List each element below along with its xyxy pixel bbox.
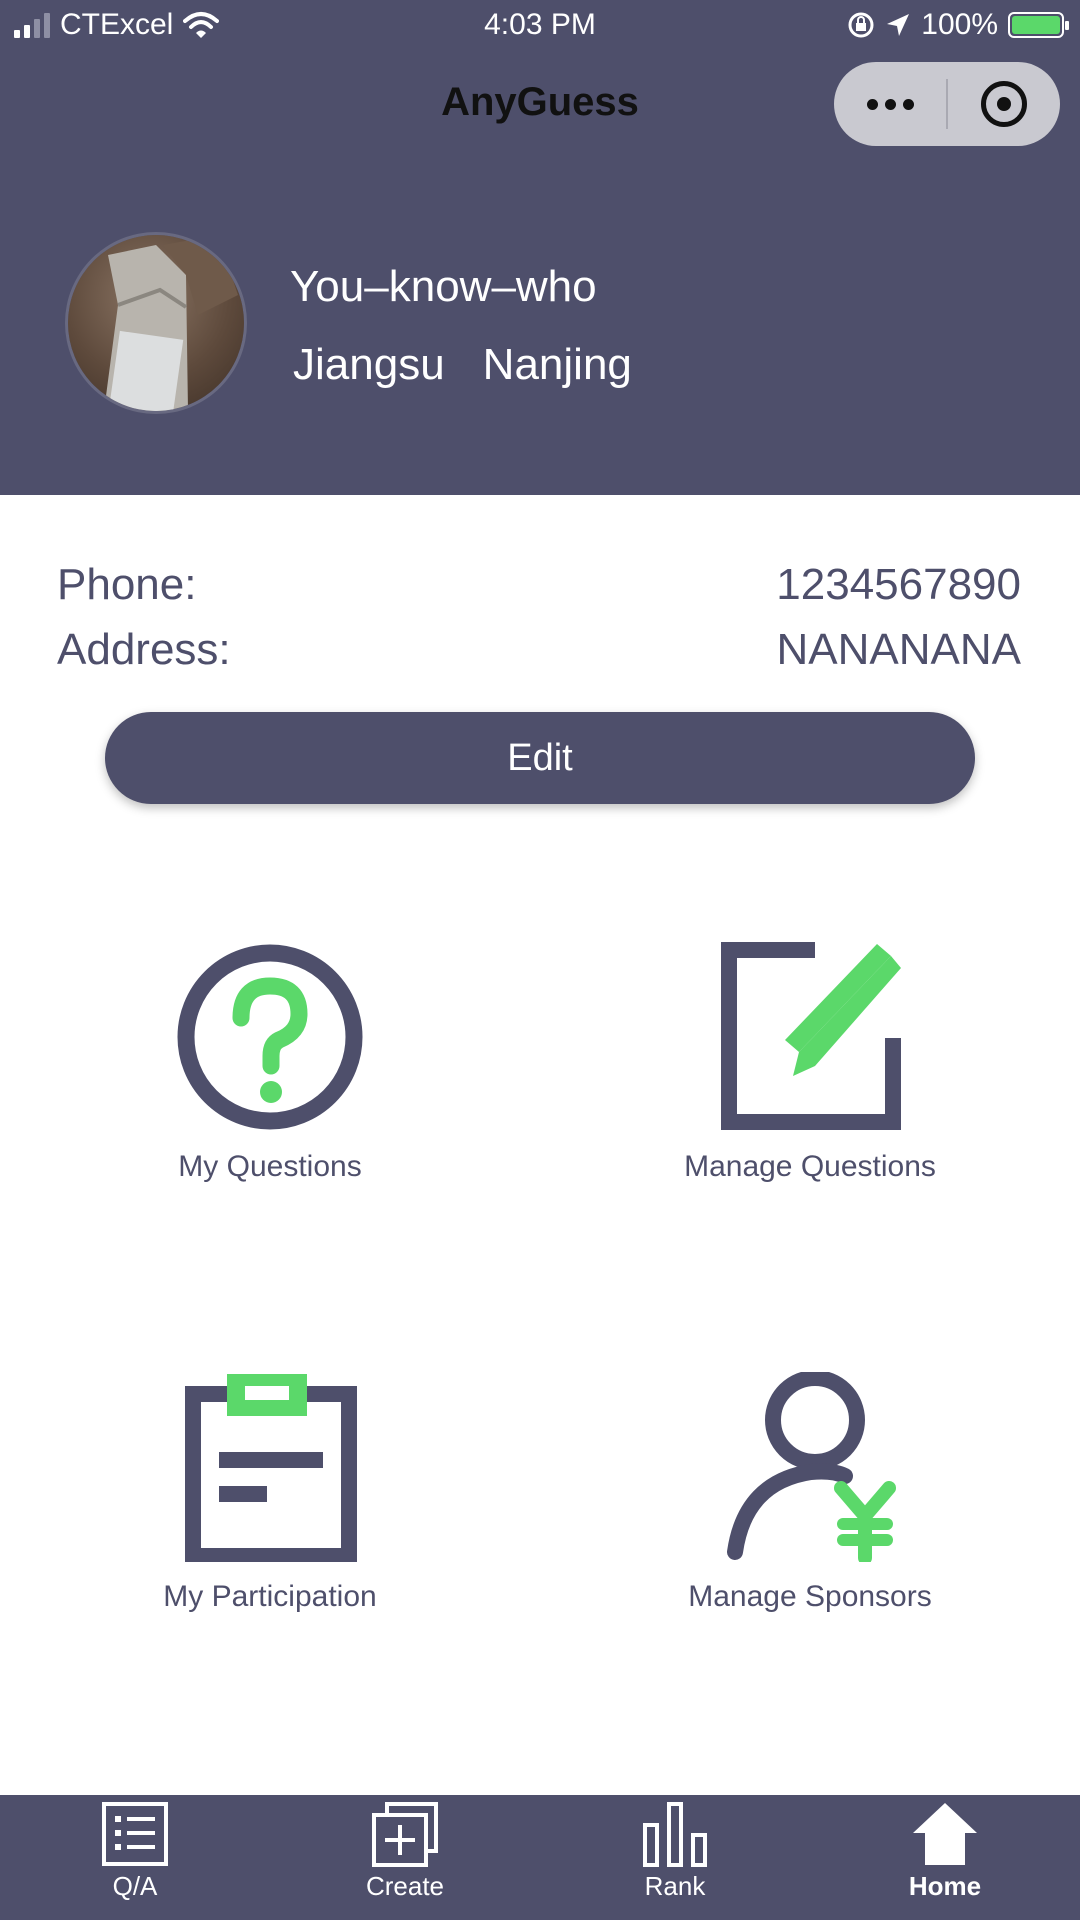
manage-sponsors-label: Manage Sponsors	[688, 1580, 932, 1613]
address-row: Address: NANANANA	[57, 625, 1021, 675]
bar-chart-icon	[643, 1802, 707, 1867]
tab-qa-label: Q/A	[112, 1871, 158, 1901]
close-mini-program-icon[interactable]	[948, 81, 1060, 127]
manage-questions-label: Manage Questions	[684, 1150, 936, 1183]
tab-bar: Q/A Create Rank Home	[0, 1795, 1080, 1920]
edit-button[interactable]: Edit	[105, 712, 975, 804]
avatar-image	[104, 235, 238, 411]
mini-program-capsule[interactable]	[834, 62, 1060, 146]
address-label: Address:	[57, 625, 231, 674]
my-questions-label: My Questions	[178, 1150, 362, 1183]
battery-icon	[1008, 12, 1069, 38]
manage-sponsors-item[interactable]: Manage Sponsors	[590, 1372, 1030, 1614]
my-participation-label: My Participation	[163, 1580, 377, 1613]
manage-questions-item[interactable]: Manage Questions	[590, 942, 1030, 1184]
tab-home-label: Home	[908, 1871, 982, 1901]
user-location: Jiangsu Nanjing	[293, 340, 632, 390]
tab-rank[interactable]: Rank	[540, 1795, 810, 1920]
home-icon	[913, 1803, 977, 1865]
avatar[interactable]	[68, 235, 244, 411]
phone-value: 1234567890	[776, 560, 1021, 609]
orientation-lock-icon	[848, 12, 874, 38]
user-city: Nanjing	[482, 340, 632, 389]
user-province: Jiangsu	[293, 340, 445, 389]
battery-percent: 100%	[921, 8, 998, 41]
tab-qa[interactable]: Q/A	[0, 1795, 270, 1920]
phone-row: Phone: 1234567890	[57, 560, 1021, 610]
user-name: You–know–who	[290, 262, 597, 311]
sponsor-person-icon	[727, 1372, 896, 1562]
my-questions-item[interactable]: My Questions	[50, 942, 490, 1184]
tab-create[interactable]: Create	[270, 1795, 540, 1920]
status-bar: CTExcel 4:03 PM 100%	[0, 0, 1080, 52]
tab-create-label: Create	[365, 1871, 445, 1901]
status-right: 100%	[847, 8, 1069, 42]
add-box-icon	[372, 1802, 438, 1867]
tab-home[interactable]: Home	[810, 1795, 1080, 1920]
list-icon	[102, 1802, 168, 1866]
my-participation-item[interactable]: My Participation	[50, 1372, 490, 1614]
clipboard-icon	[185, 1374, 357, 1562]
question-circle-icon	[177, 944, 363, 1130]
address-value: NANANANA	[776, 625, 1022, 674]
profile-header: CTExcel 4:03 PM 100% AnyGuess You–know–w…	[0, 0, 1080, 495]
tab-rank-label: Rank	[644, 1871, 706, 1901]
location-icon	[887, 14, 910, 36]
edit-square-icon	[721, 942, 901, 1130]
phone-label: Phone:	[57, 560, 197, 609]
more-options-icon[interactable]	[834, 98, 946, 110]
